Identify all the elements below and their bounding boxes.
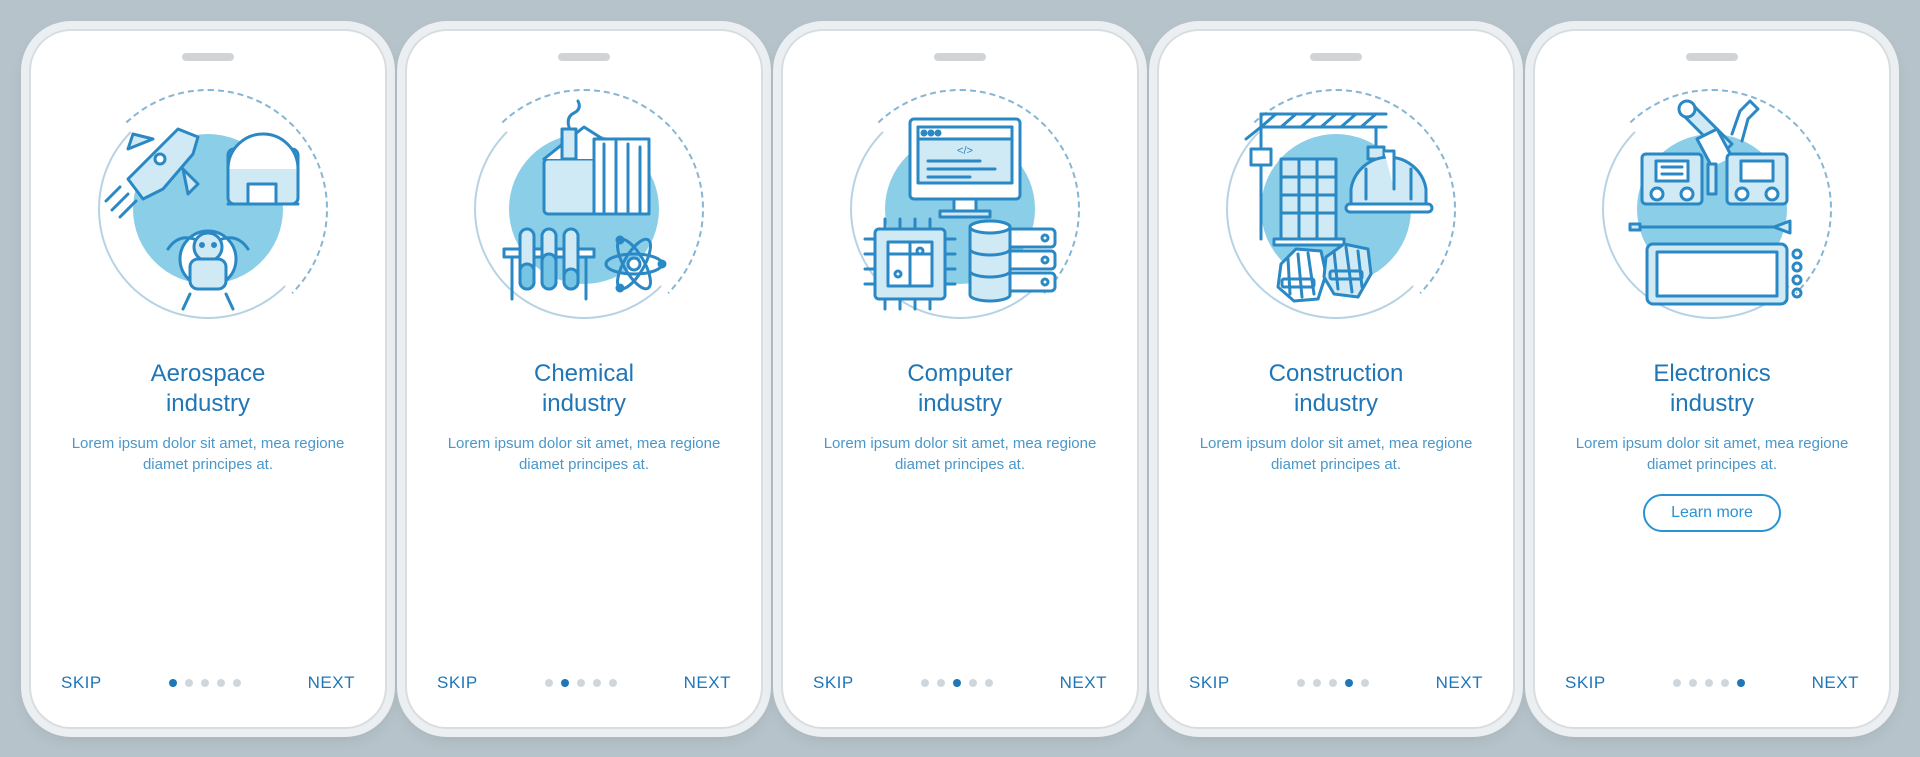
page-dot[interactable] [169,679,177,687]
screen-description: Lorem ipsum dolor sit amet, mea regione … [433,433,735,477]
next-button[interactable]: NEXT [1812,673,1859,693]
phone-mockup-4: Electronicsindustry Lorem ipsum dolor sit… [1533,29,1891,729]
page-dot[interactable] [201,679,209,687]
construction-illustration [1206,79,1466,339]
page-dot[interactable] [545,679,553,687]
phone-speaker [1686,53,1738,61]
page-dot[interactable] [1345,679,1353,687]
page-dot[interactable] [217,679,225,687]
page-dot[interactable] [185,679,193,687]
skip-button[interactable]: SKIP [437,673,478,693]
page-dot[interactable] [609,679,617,687]
page-dot[interactable] [1737,679,1745,687]
screen-description: Lorem ipsum dolor sit amet, mea regione … [809,433,1111,477]
skip-button[interactable]: SKIP [1565,673,1606,693]
onboarding-footer: SKIP NEXT [437,673,731,693]
page-dot[interactable] [1705,679,1713,687]
electronics-illustration [1582,79,1842,339]
svg-text:</>: </> [957,145,973,157]
screen-description: Lorem ipsum dolor sit amet, mea regione … [57,433,359,477]
page-dot[interactable] [985,679,993,687]
computer-illustration: </> [830,79,1090,339]
page-dot[interactable] [1361,679,1369,687]
screen-title: Constructionindustry [1269,359,1404,419]
screen-title: Chemicalindustry [534,359,634,419]
phone-speaker [182,53,234,61]
phone-speaker [934,53,986,61]
page-dot[interactable] [969,679,977,687]
screen-title: Aerospaceindustry [151,359,266,419]
page-indicator [545,679,617,687]
phone-mockup-3: Constructionindustry Lorem ipsum dolor si… [1157,29,1515,729]
next-button[interactable]: NEXT [1060,673,1107,693]
page-dot[interactable] [561,679,569,687]
next-button[interactable]: NEXT [308,673,355,693]
page-dot[interactable] [1689,679,1697,687]
page-dot[interactable] [1329,679,1337,687]
phone-mockup-1: Chemicalindustry Lorem ipsum dolor sit am… [405,29,763,729]
page-dot[interactable] [1313,679,1321,687]
page-indicator [921,679,993,687]
next-button[interactable]: NEXT [684,673,731,693]
phone-speaker [558,53,610,61]
aerospace-illustration [78,79,338,339]
page-dot[interactable] [593,679,601,687]
screen-description: Lorem ipsum dolor sit amet, mea regione … [1561,433,1863,477]
page-dot[interactable] [921,679,929,687]
phone-mockup-0: Aerospaceindustry Lorem ipsum dolor sit a… [29,29,387,729]
learn-more-button[interactable]: Learn more [1643,494,1781,532]
screen-description: Lorem ipsum dolor sit amet, mea regione … [1185,433,1487,477]
skip-button[interactable]: SKIP [1189,673,1230,693]
page-indicator [169,679,241,687]
page-dot[interactable] [233,679,241,687]
next-button[interactable]: NEXT [1436,673,1483,693]
onboarding-footer: SKIP NEXT [1189,673,1483,693]
chemical-illustration [454,79,714,339]
screen-title: Computerindustry [907,359,1012,419]
page-dot[interactable] [577,679,585,687]
page-dot[interactable] [953,679,961,687]
page-dot[interactable] [1297,679,1305,687]
page-indicator [1673,679,1745,687]
onboarding-footer: SKIP NEXT [813,673,1107,693]
page-dot[interactable] [1721,679,1729,687]
page-dot[interactable] [937,679,945,687]
phone-speaker [1310,53,1362,61]
onboarding-footer: SKIP NEXT [1565,673,1859,693]
page-dot[interactable] [1673,679,1681,687]
page-indicator [1297,679,1369,687]
phone-mockup-2: </> Computerindustr [781,29,1139,729]
skip-button[interactable]: SKIP [813,673,854,693]
screen-title: Electronicsindustry [1653,359,1770,419]
onboarding-footer: SKIP NEXT [61,673,355,693]
skip-button[interactable]: SKIP [61,673,102,693]
